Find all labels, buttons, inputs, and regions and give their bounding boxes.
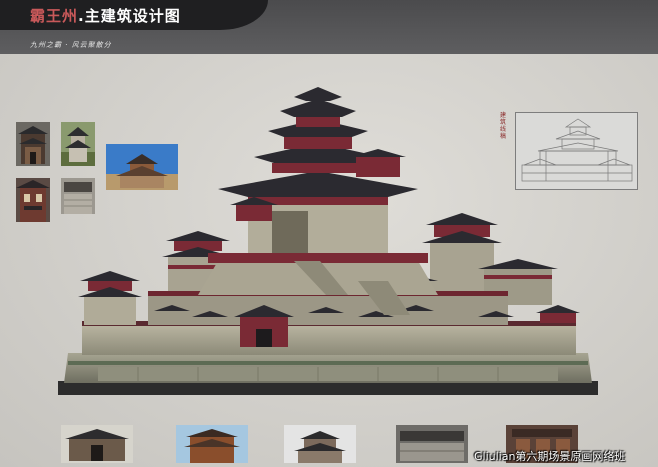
- bottom-reference-4: [396, 425, 468, 463]
- watermark-text: Gliulian第六期场景原画网络班: [474, 450, 626, 463]
- header-band: 霸王州.主建筑设计图 九州之霸 · 风云聚散分: [0, 0, 658, 54]
- reference-photo-1: [16, 122, 50, 166]
- title-accent: 霸王州: [30, 7, 79, 25]
- page-title: 霸王州.主建筑设计图: [30, 5, 181, 26]
- page-subtitle: 九州之霸 · 风云聚散分: [30, 41, 112, 49]
- main-building-illustration: [58, 85, 598, 397]
- title-rest: .主建筑设计图: [78, 7, 181, 25]
- bottom-reference-3: [284, 425, 356, 463]
- bottom-reference-1: [61, 425, 133, 463]
- reference-photo-4: [16, 178, 50, 222]
- bottom-reference-2: [176, 425, 248, 463]
